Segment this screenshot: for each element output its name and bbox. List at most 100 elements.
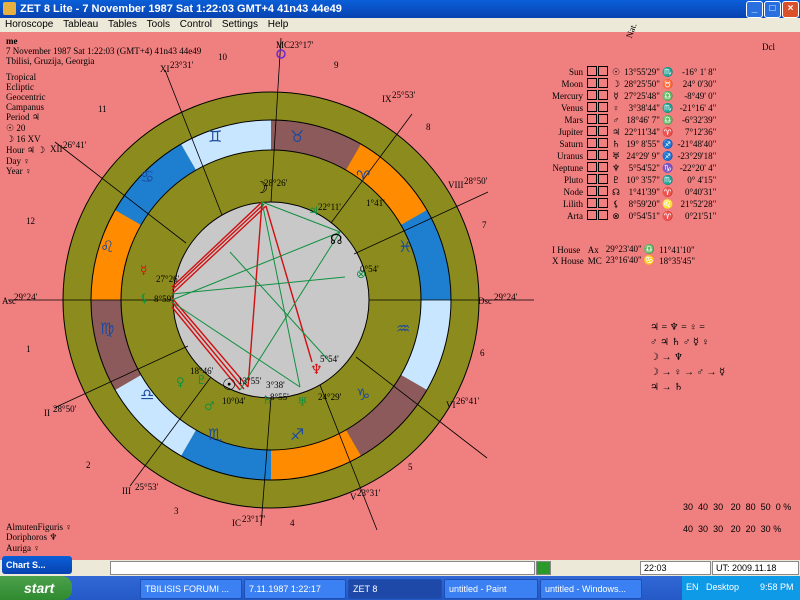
planet-glyph: ♇: [612, 174, 621, 185]
house-name: X House: [552, 255, 584, 266]
house-code: MC: [587, 255, 602, 266]
element-value: 50: [760, 502, 771, 512]
pisces-icon: ♓: [398, 237, 412, 256]
horoscope-wheel[interactable]: ☽ ☉ ☊ ♆ ♅ ♄ ♀ ♇ ♂ ☿ ⚸ ♃ ⊗ 28°26' 10°04' …: [0, 32, 560, 560]
menu-horoscope[interactable]: Horoscope: [5, 18, 53, 32]
planet-position: 18°46' 7" ♎: [626, 114, 674, 125]
dcl-header: Dcl: [762, 42, 775, 52]
desktop-toolbar[interactable]: Desktop: [706, 582, 739, 592]
mc-degree: 23°17': [290, 40, 314, 50]
planet-aspect-boxes: [585, 150, 610, 162]
planet-row: Mercury ☿ 27°25'48" ♎ -8°49' 0": [550, 90, 718, 102]
planet-declination: -16° 1' 8": [681, 67, 717, 77]
element-value: 80: [745, 502, 756, 512]
planet-label: 3°38': [266, 380, 285, 390]
planet-name: Arta: [567, 211, 583, 221]
house-number: 7: [482, 220, 487, 230]
planet-name: Mercury: [552, 91, 583, 101]
element-value: 30: [683, 502, 694, 512]
menu-tables[interactable]: Tables: [108, 18, 137, 32]
cusp-roman: IX: [382, 94, 392, 104]
planet-aspect-boxes: [585, 186, 610, 198]
virgo-icon: ♍: [100, 319, 114, 338]
menu-tableau[interactable]: Tableau: [63, 18, 98, 32]
planet-label: 18°46': [190, 366, 214, 376]
minimize-button[interactable]: _: [746, 1, 763, 18]
planet-declination: -21°16' 4": [679, 103, 717, 113]
planet-name: Uranus: [557, 151, 583, 161]
cusp-roman: V: [350, 492, 357, 502]
planet-glyph: ♀: [612, 103, 620, 113]
ruler-line: ☽ → ♆: [650, 352, 683, 363]
planet-declination: 24° 0'30": [682, 79, 717, 89]
menu-bar: Horoscope Tableau Tables Tools Control S…: [0, 18, 800, 32]
task-windows[interactable]: untitled - Windows...: [540, 579, 642, 599]
task-zet[interactable]: ZET 8: [348, 579, 442, 599]
planet-aspect-boxes: [585, 138, 610, 150]
planet-position: 19° 8'55" ♐: [626, 138, 674, 149]
task-chart[interactable]: 7.11.1987 1:22:17: [244, 579, 346, 599]
element-value: 40: [698, 502, 709, 512]
planet-row: Lilith ⚸ 8°59'20" ♌ 21°52'28": [550, 198, 718, 210]
element-value: 20: [745, 524, 756, 534]
task-label: untitled - Windows...: [545, 584, 627, 594]
house-number: 6: [480, 348, 485, 358]
close-button[interactable]: ×: [782, 1, 799, 18]
planet-aspect-boxes: [585, 126, 610, 138]
start-button[interactable]: start: [0, 576, 72, 600]
house-declination: 18°35'45": [659, 255, 696, 266]
planet-glyph: ⚸: [612, 198, 620, 209]
menu-control[interactable]: Control: [180, 18, 212, 32]
planet-glyph: ☽: [612, 78, 621, 89]
language-indicator[interactable]: EN: [686, 582, 699, 592]
planet-glyph: ♃: [612, 126, 621, 137]
planet-glyph: ♂: [612, 115, 620, 125]
element-value: 0: [775, 502, 781, 512]
planet-aspect-boxes: [585, 102, 610, 114]
element-unit: %: [783, 502, 792, 512]
planet-declination: 0°40'31": [684, 187, 717, 197]
house-position: 29°23'40" ♎: [605, 244, 656, 254]
planet-aspect-boxes: [585, 66, 610, 78]
menu-settings[interactable]: Settings: [222, 18, 258, 32]
ic-label: IC: [232, 518, 241, 528]
maximize-button[interactable]: □: [764, 1, 781, 18]
planet-row: Venus ♀ 3°38'44" ♏ -21°16' 4": [550, 102, 718, 114]
house-number: 2: [86, 460, 91, 470]
status-bar: 22:03 UT: 2009.11.18 18:58:41: [0, 560, 800, 585]
house-number: 1: [26, 344, 31, 354]
element-value: 20: [730, 524, 741, 534]
planet-position: 1°41'39" ♈: [628, 186, 674, 197]
ruler-line: ♃ = ♆ = ♀ =: [650, 322, 705, 333]
system-tray: EN Desktop 9:58 PM: [682, 576, 800, 600]
ruler-line: ♂ ♃ ♄ ♂ ☿ ♀: [650, 337, 710, 348]
planet-position: 13°55'29" ♏: [624, 66, 674, 77]
status-time: 22:03: [640, 561, 711, 575]
planet-row: Mars ♂ 18°46' 7" ♎ -6°32'39": [550, 114, 718, 126]
chart-minimized-window[interactable]: Chart S...: [2, 556, 72, 574]
task-paint[interactable]: untitled - Paint: [444, 579, 538, 599]
planet-name: Lilith: [563, 199, 583, 209]
planet-declination: 0°21'51": [684, 211, 717, 221]
aquarius-icon: ♒: [396, 319, 410, 338]
cusp-degree: 25°53': [135, 482, 159, 492]
cusp-roman: XI: [160, 64, 170, 74]
mars-glyph: ♂: [204, 399, 215, 413]
task-firefox[interactable]: TBILISIS FORUMI ...: [140, 579, 242, 599]
planet-name: Node: [563, 187, 584, 197]
planet-declination: 21°52'28": [680, 199, 717, 209]
house-number: 9: [334, 60, 339, 70]
planet-position: 22°11'34" ♈: [624, 126, 674, 137]
planet-declination: -6°32'39": [681, 115, 717, 125]
chart-area: me 7 November 1987 Sat 1:22:03 (GMT+4) 4…: [0, 22, 800, 560]
uranus-glyph: ♅: [297, 395, 308, 409]
asc-degree: 29°24': [14, 292, 38, 302]
menu-help[interactable]: Help: [268, 18, 289, 32]
ruler-line: ♃ → ♄: [650, 382, 683, 393]
gemini-icon: ♊: [208, 127, 222, 146]
house-declination: 11°41'10": [659, 244, 695, 255]
planet-glyph: ♆: [612, 162, 621, 173]
house-row: X House MC 23°16'40" ♋ 18°35'45": [550, 255, 697, 266]
planet-glyph: ♅: [612, 150, 621, 161]
menu-tools[interactable]: Tools: [147, 18, 170, 32]
